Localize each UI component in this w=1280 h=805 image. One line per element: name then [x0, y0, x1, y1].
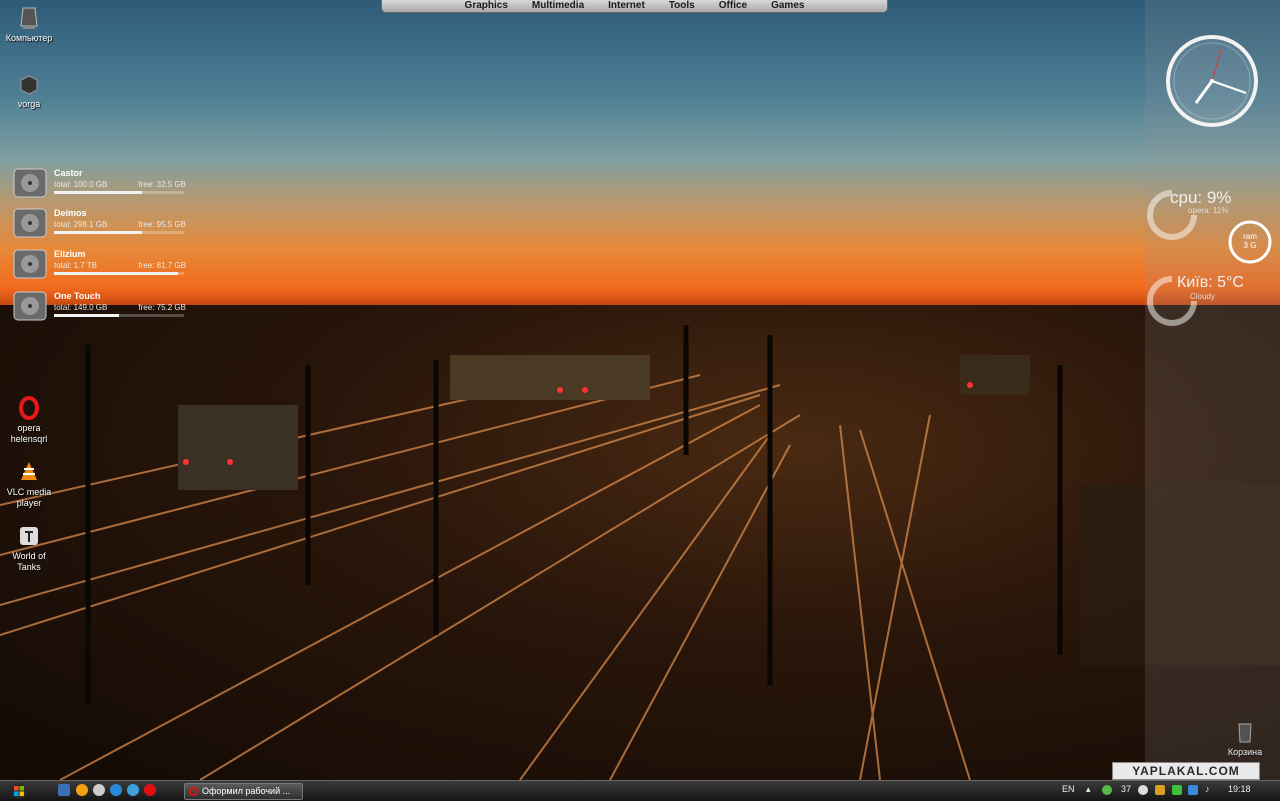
desktop-icon-label: Компьютер — [5, 33, 53, 43]
media-icon[interactable] — [93, 784, 105, 796]
drive-usage-bar — [54, 191, 184, 194]
menu-games[interactable]: Games — [759, 0, 816, 12]
tray-counter: 37 — [1121, 784, 1132, 794]
ram-label: ram — [1243, 232, 1257, 241]
drive-usage-bar — [54, 231, 184, 234]
drive-elizium[interactable]: Elizium total: 1.7 TB free: 81.7 GB — [12, 246, 187, 282]
drive-total: total: 1.7 TB — [54, 261, 97, 270]
desktop-icon-world-of-tanks[interactable]: World of Tanks — [1, 524, 57, 573]
icq-icon[interactable] — [1102, 785, 1112, 795]
hard-drive-icon — [12, 165, 48, 201]
menu-multimedia[interactable]: Multimedia — [520, 0, 596, 12]
drive-name: Deimos — [54, 208, 87, 218]
volume-icon[interactable]: ♪ — [1205, 784, 1210, 794]
drive-free: free: 75.2 GB — [138, 303, 186, 312]
drive-stats: total: 1.7 TB free: 81.7 GB — [54, 261, 186, 270]
weather-condition: Cloudy — [1190, 292, 1215, 301]
drive-one-touch[interactable]: One Touch total: 149.0 GB free: 75.2 GB — [12, 288, 187, 324]
tank-icon — [17, 524, 41, 548]
drive-total: total: 298.1 GB — [54, 220, 108, 229]
drive-free: free: 81.7 GB — [138, 261, 186, 270]
desktop-icon-label: vorga — [17, 99, 41, 109]
menu-internet[interactable]: Internet — [596, 0, 657, 12]
drive-stats: total: 298.1 GB free: 95.5 GB — [54, 220, 186, 229]
watermark: YAPLAKAL.COM — [1112, 762, 1260, 780]
vlc-icon — [17, 460, 41, 484]
desktop-icon-computer[interactable]: Компьютер — [1, 6, 57, 44]
taskbar-button-opera[interactable]: Оформил рабочий ... — [184, 783, 303, 800]
desktop-icon-opera[interactable]: opera helensqrl — [1, 396, 57, 445]
drive-name: One Touch — [54, 291, 101, 301]
computer-icon — [17, 6, 41, 30]
start-button[interactable] — [10, 782, 28, 800]
taskbar-button-label: Оформил рабочий ... — [202, 786, 291, 796]
hard-drive-icon — [12, 205, 48, 241]
desktop-wallpaper — [0, 0, 1280, 800]
drive-stats: total: 100.0 GB free: 32.5 GB — [54, 180, 186, 189]
tray-app-icon-2[interactable] — [1155, 785, 1165, 795]
cpu-gadget[interactable]: cpu: 9% — [1170, 188, 1231, 208]
desktop-icon-vlc[interactable]: VLC media player — [1, 460, 57, 509]
tray-expand-icon[interactable]: ▴ — [1086, 784, 1091, 795]
opera-quicklaunch-icon[interactable] — [144, 784, 156, 796]
ram-gadget[interactable]: ram 3 G — [1226, 218, 1274, 266]
taskbar: Оформил рабочий ... EN ▴ 37 ♪ 19:18 — [0, 780, 1280, 801]
drive-total: total: 149.0 GB — [54, 303, 108, 312]
opera-icon — [189, 787, 198, 797]
hard-drive-icon — [12, 288, 48, 324]
desktop-icon-label: VLC media player — [6, 487, 52, 508]
drive-free: free: 95.5 GB — [138, 220, 186, 229]
drive-name: Elizium — [54, 249, 86, 259]
desktop-icon-label: opera helensqrl — [10, 423, 48, 444]
network-icon[interactable] — [1188, 785, 1198, 795]
desktop-icon-label: World of Tanks — [12, 551, 46, 572]
clock-gadget[interactable] — [1166, 35, 1258, 127]
cube-icon — [17, 72, 41, 96]
tray-app-icon[interactable] — [1138, 785, 1148, 795]
menu-office[interactable]: Office — [707, 0, 759, 12]
taskbar-clock[interactable]: 19:18 — [1228, 784, 1251, 794]
menu-graphics[interactable]: Graphics — [453, 0, 520, 12]
avast-icon[interactable] — [76, 784, 88, 796]
check-icon[interactable] — [1172, 785, 1182, 795]
messenger-icon[interactable] — [127, 784, 139, 796]
opera-icon — [17, 396, 41, 420]
browser-icon[interactable] — [110, 784, 122, 796]
weather-gadget[interactable]: Київ: 5°C — [1177, 274, 1244, 292]
drive-total: total: 100.0 GB — [54, 180, 108, 189]
drive-usage-bar — [54, 272, 184, 275]
drive-free: free: 32.5 GB — [138, 180, 186, 189]
railway-yard-scene — [0, 305, 1280, 780]
show-desktop-icon[interactable] — [58, 784, 70, 796]
desktop-icon-vorga[interactable]: vorga — [1, 72, 57, 110]
ram-value: 3 G — [1243, 241, 1257, 250]
cpu-process-label: opera: 11% — [1188, 206, 1229, 215]
top-dock-menu: Graphics Multimedia Internet Tools Offic… — [381, 0, 888, 13]
drive-castor[interactable]: Castor total: 100.0 GB free: 32.5 GB — [12, 165, 187, 201]
drive-stats: total: 149.0 GB free: 75.2 GB — [54, 303, 186, 312]
drive-name: Castor — [54, 168, 83, 178]
menu-tools[interactable]: Tools — [657, 0, 707, 12]
drive-deimos[interactable]: Deimos total: 298.1 GB free: 95.5 GB — [12, 205, 187, 241]
drive-usage-bar — [54, 314, 184, 317]
language-indicator[interactable]: EN — [1062, 784, 1075, 794]
hard-drive-icon — [12, 246, 48, 282]
